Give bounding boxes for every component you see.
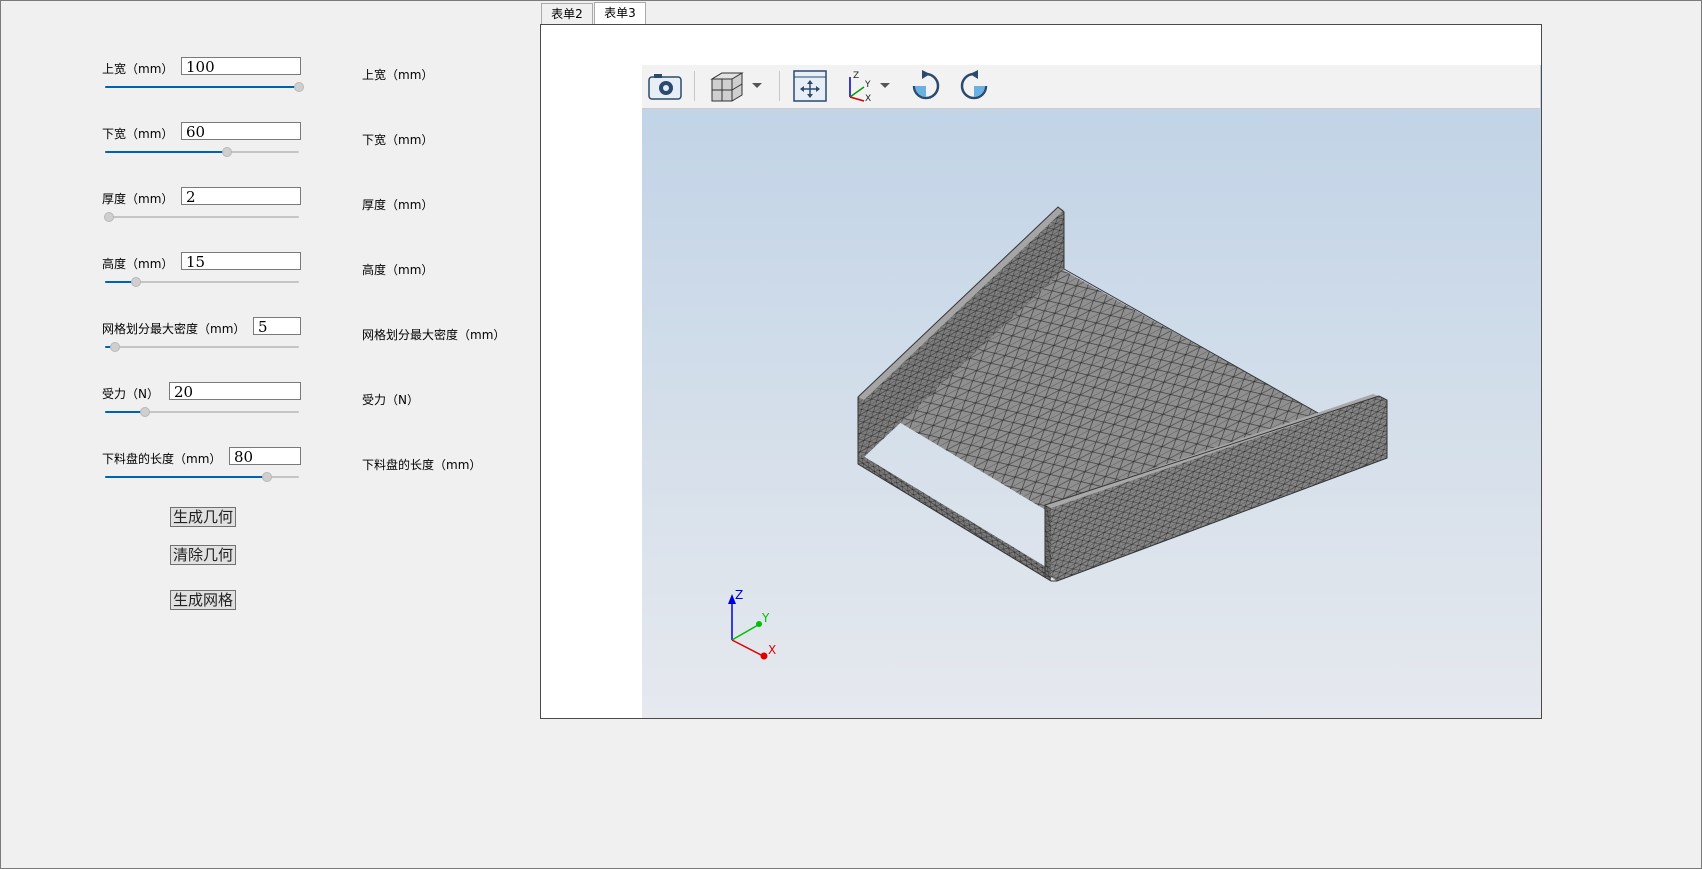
right-label-thickness: 厚度（mm） (362, 198, 434, 212)
rotate-clockwise-icon[interactable] (908, 69, 944, 103)
right-label-force: 受力（N） (362, 393, 419, 407)
thickness-slider[interactable] (104, 211, 299, 223)
height-input[interactable]: 15 (181, 252, 301, 271)
axes-triad-icon: Z Y X (728, 588, 776, 660)
bottom-width-slider[interactable] (105, 146, 299, 158)
dropdown-arrow-icon[interactable] (878, 69, 892, 103)
axis-label-x: X (768, 643, 776, 657)
right-label-height: 高度（mm） (362, 263, 434, 277)
rotate-counterclockwise-icon[interactable] (956, 69, 992, 103)
param-label-mesh-density: 网格划分最大密度（mm） (102, 322, 246, 336)
force-slider[interactable] (105, 406, 299, 418)
param-label-thickness: 厚度（mm） (102, 192, 174, 206)
right-label-bottom-width: 下宽（mm） (362, 133, 434, 147)
tab-form2[interactable]: 表单2 (541, 3, 593, 24)
viewer-toolbar: Z Y X (642, 65, 1540, 109)
top-width-slider[interactable] (105, 81, 304, 93)
param-label-tray-length: 下料盘的长度（mm） (102, 452, 222, 466)
right-label-tray-length: 下料盘的长度（mm） (362, 458, 482, 472)
mesh-density-input[interactable]: 5 (253, 317, 301, 336)
fit-all-icon[interactable] (792, 69, 828, 103)
tray-length-input[interactable]: 80 (229, 447, 301, 466)
param-label-height: 高度（mm） (102, 257, 174, 271)
tray-length-slider[interactable] (105, 471, 299, 483)
view-cube-icon[interactable] (708, 69, 748, 103)
3d-viewer[interactable]: Z Y X (642, 65, 1541, 718)
dropdown-arrow-icon[interactable] (750, 69, 764, 103)
clear-geometry-button[interactable]: 清除几何 (170, 545, 236, 565)
top-width-input[interactable]: 100 (181, 57, 301, 76)
generate-geometry-button[interactable]: 生成几何 (170, 507, 236, 527)
axis-label-y: Y (761, 611, 770, 625)
axes-orientation-icon[interactable]: Z Y X (842, 69, 878, 103)
generate-mesh-button[interactable]: 生成网格 (170, 590, 236, 610)
param-label-top-width: 上宽（mm） (102, 62, 174, 76)
mesh-density-slider[interactable] (105, 341, 299, 353)
param-label-bottom-width: 下宽（mm） (102, 127, 174, 141)
force-input[interactable]: 20 (169, 382, 301, 401)
camera-icon[interactable] (646, 69, 684, 103)
svg-text:Z: Z (853, 71, 859, 81)
svg-text:Y: Y (864, 80, 871, 90)
height-slider[interactable] (105, 276, 299, 288)
bottom-width-input[interactable]: 60 (181, 122, 301, 141)
tab-form3[interactable]: 表单3 (594, 2, 646, 24)
param-label-force: 受力（N） (102, 387, 159, 401)
thickness-input[interactable]: 2 (181, 187, 301, 206)
svg-text:X: X (865, 94, 871, 103)
right-label-mesh-density: 网格划分最大密度（mm） (362, 328, 506, 342)
right-label-top-width: 上宽（mm） (362, 68, 434, 82)
axis-label-z: Z (735, 588, 743, 602)
